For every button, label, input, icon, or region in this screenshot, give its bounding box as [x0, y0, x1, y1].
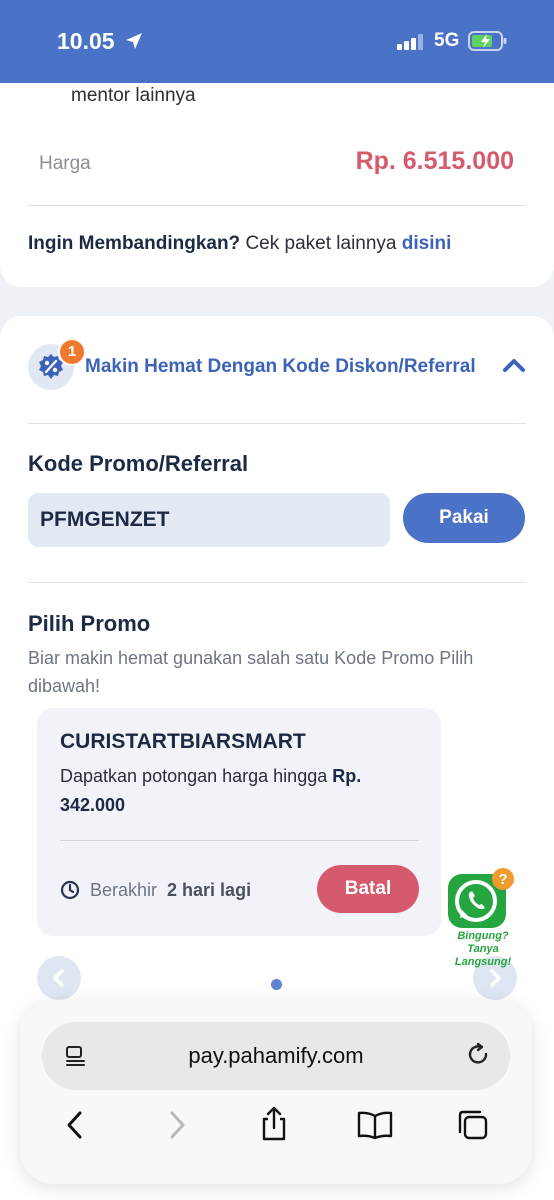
- expiry-text: Berakhir 2 hari lagi: [90, 880, 251, 901]
- promo-card[interactable]: CURISTARTBIARSMART Dapatkan potongan har…: [37, 708, 441, 936]
- back-icon[interactable]: [62, 1110, 88, 1140]
- chevron-left-icon: [53, 969, 64, 987]
- signal-icon: [397, 34, 423, 50]
- bookmarks-icon[interactable]: [356, 1110, 394, 1140]
- url-text[interactable]: pay.pahamify.com: [42, 1043, 510, 1069]
- notification-badge: 1: [58, 338, 86, 366]
- address-bar[interactable]: pay.pahamify.com: [42, 1022, 510, 1090]
- price-label: Harga: [39, 153, 91, 174]
- apply-promo-button[interactable]: Pakai: [403, 493, 525, 543]
- promo-code-label: Kode Promo/Referral: [28, 451, 249, 476]
- share-icon[interactable]: [258, 1106, 290, 1142]
- divider: [60, 840, 419, 841]
- chevron-right-icon: [490, 969, 501, 987]
- forward-icon[interactable]: [164, 1110, 190, 1140]
- carousel-prev-button[interactable]: [37, 956, 81, 1000]
- whatsapp-icon: ?: [448, 868, 514, 928]
- svg-text:?: ?: [498, 871, 507, 888]
- battery-charging-icon: [468, 31, 507, 51]
- mentor-text: mentor lainnya: [71, 85, 196, 106]
- price-value: Rp. 6.515.000: [355, 147, 514, 175]
- whatsapp-caption: Bingung? Tanya Langsung!: [438, 930, 528, 969]
- whatsapp-caption-line1: Bingung?: [457, 930, 509, 942]
- carousel-indicator: [271, 979, 282, 990]
- promo-description-text: Dapatkan potongan harga hingga: [60, 766, 333, 786]
- reload-icon[interactable]: [466, 1042, 492, 1068]
- promo-code-input[interactable]: PFMGENZET: [28, 493, 390, 547]
- discount-section-title[interactable]: Makin Hemat Dengan Kode Diskon/Referral: [85, 356, 476, 378]
- cancel-promo-button[interactable]: Batal: [317, 865, 419, 913]
- promo-description: Dapatkan potongan harga hingga Rp. 342.0…: [60, 762, 420, 820]
- divider: [28, 582, 526, 583]
- status-bar: 10.05 5G: [0, 0, 554, 83]
- browser-toolbar: pay.pahamify.com: [20, 1000, 532, 1184]
- divider: [28, 205, 526, 206]
- network-type: 5G: [434, 30, 460, 51]
- choose-promo-title: Pilih Promo: [28, 611, 151, 636]
- expiry-value: 2 hari lagi: [167, 880, 252, 900]
- compare-text: Ingin Membandingkan? Cek paket lainnya d…: [28, 233, 451, 255]
- tabs-icon[interactable]: [456, 1108, 490, 1142]
- location-arrow-icon: [126, 33, 142, 49]
- status-time: 10.05: [57, 28, 115, 54]
- divider: [28, 423, 526, 424]
- compare-body: Cek paket lainnya: [240, 233, 402, 254]
- expiry-label: Berakhir: [90, 880, 158, 900]
- choose-promo-description: Biar makin hemat gunakan salah satu Kode…: [28, 648, 474, 696]
- whatsapp-help-button[interactable]: ? Bingung? Tanya Langsung!: [438, 866, 528, 968]
- whatsapp-caption-line2: Tanya Langsung!: [454, 943, 512, 968]
- clock-icon: [60, 880, 80, 900]
- promo-code: CURISTARTBIARSMART: [60, 730, 306, 753]
- chevron-up-icon[interactable]: [502, 357, 526, 373]
- compare-question: Ingin Membandingkan?: [28, 233, 241, 254]
- package-summary-card: mentor lainnya Harga Rp. 6.515.000 Ingin…: [0, 83, 554, 287]
- compare-link[interactable]: disini: [402, 233, 452, 254]
